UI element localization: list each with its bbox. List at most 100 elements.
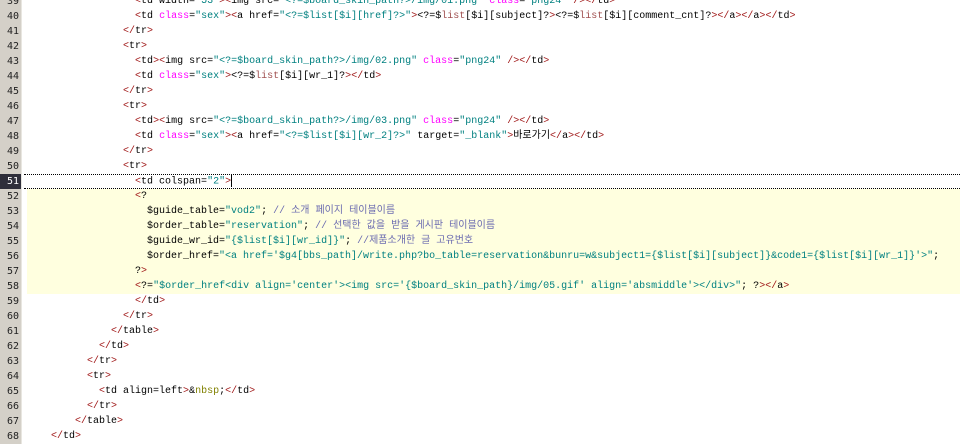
code-token: >: [123, 341, 130, 352]
line-number[interactable]: 55: [0, 234, 22, 249]
line-number[interactable]: 42: [0, 39, 22, 54]
code-text[interactable]: <td colspan="2">: [24, 174, 960, 189]
line-number[interactable]: 54: [0, 219, 22, 234]
code-text[interactable]: <tr>: [27, 159, 960, 174]
code-text[interactable]: <td width="53"><img src="<?=$board_skin_…: [27, 0, 960, 9]
code-line[interactable]: 43 <td><img src="<?=$board_skin_path?>/i…: [0, 54, 960, 69]
code-line[interactable]: 44 <td class="sex"><?=$list[$i][wr_1]?><…: [0, 69, 960, 84]
code-text[interactable]: <tr>: [27, 39, 960, 54]
code-line[interactable]: 63 </tr>: [0, 354, 960, 369]
code-line[interactable]: 40 <td class="sex"><a href="<?=$list[$i]…: [0, 9, 960, 24]
code-token: >: [543, 116, 550, 127]
code-line[interactable]: 52 <?: [0, 189, 960, 204]
line-number[interactable]: 41: [0, 24, 22, 39]
code-text[interactable]: </table>: [27, 414, 960, 429]
line-number[interactable]: 59: [0, 294, 22, 309]
code-line[interactable]: 62 </td>: [0, 339, 960, 354]
line-number[interactable]: 68: [0, 429, 22, 444]
line-number[interactable]: 51: [0, 174, 22, 189]
line-number[interactable]: 53: [0, 204, 22, 219]
code-text[interactable]: <?: [27, 189, 960, 204]
code-token: </: [87, 356, 100, 367]
code-line[interactable]: 54 $order_table="reservation"; // 선택한 값을…: [0, 219, 960, 234]
code-text[interactable]: $guide_wr_id="{$list[$i][wr_id]}"; //제품소…: [27, 234, 960, 249]
line-number[interactable]: 64: [0, 369, 22, 384]
code-editor[interactable]: 39 <td width="53"><img src="<?=$board_sk…: [0, 0, 960, 444]
code-text[interactable]: <td align=left>&nbsp;</td>: [27, 384, 960, 399]
code-token: >: [111, 356, 118, 367]
code-text[interactable]: <td class="sex"><a href="<?=$list[$i][wr…: [27, 129, 960, 144]
code-text[interactable]: $guide_table="vod2"; // 소개 페이지 테이블이름: [27, 204, 960, 219]
line-number[interactable]: 43: [0, 54, 22, 69]
code-text[interactable]: <td><img src="<?=$board_skin_path?>/img/…: [27, 54, 960, 69]
line-number[interactable]: 48: [0, 129, 22, 144]
code-text[interactable]: <?="$order_href<div align='center'><img …: [27, 279, 960, 294]
code-line[interactable]: 41 </tr>: [0, 24, 960, 39]
code-text[interactable]: </tr>: [27, 144, 960, 159]
code-token: "<?=$list[$i][href]?>": [279, 11, 412, 22]
code-line[interactable]: 50 <tr>: [0, 159, 960, 174]
line-number[interactable]: 49: [0, 144, 22, 159]
line-number[interactable]: 61: [0, 324, 22, 339]
code-line[interactable]: 58 <?="$order_href<div align='center'><i…: [0, 279, 960, 294]
line-number[interactable]: 66: [0, 399, 22, 414]
line-number[interactable]: 67: [0, 414, 22, 429]
code-token: td: [63, 431, 76, 442]
code-text[interactable]: </tr>: [27, 309, 960, 324]
code-line[interactable]: 59 </td>: [0, 294, 960, 309]
code-text[interactable]: <td><img src="<?=$board_skin_path?>/img/…: [27, 114, 960, 129]
line-number[interactable]: 45: [0, 84, 22, 99]
code-text[interactable]: <td class="sex"><a href="<?=$list[$i][hr…: [27, 9, 960, 24]
code-line[interactable]: 56 $order_href="<a href='$g4[bbs_path]/w…: [0, 249, 960, 264]
line-number[interactable]: 46: [0, 99, 22, 114]
code-text[interactable]: </tr>: [27, 399, 960, 414]
code-line[interactable]: 61 </table>: [0, 324, 960, 339]
code-text[interactable]: </tr>: [27, 354, 960, 369]
code-token: ;: [261, 206, 274, 217]
line-number[interactable]: 39: [0, 0, 22, 9]
code-text[interactable]: $order_table="reservation"; // 선택한 값을 받을…: [27, 219, 960, 234]
code-token: ?: [27, 266, 142, 277]
code-text[interactable]: <td class="sex"><?=$list[$i][wr_1]?></td…: [27, 69, 960, 84]
code-line[interactable]: 67 </table>: [0, 414, 960, 429]
code-line[interactable]: 47 <td><img src="<?=$board_skin_path?>/i…: [0, 114, 960, 129]
line-number[interactable]: 50: [0, 159, 22, 174]
code-line[interactable]: 53 $guide_table="vod2"; // 소개 페이지 테이블이름: [0, 204, 960, 219]
code-line[interactable]: 51 <td colspan="2">: [0, 174, 960, 189]
code-line[interactable]: 46 <tr>: [0, 99, 960, 114]
code-text[interactable]: </table>: [27, 324, 960, 339]
code-line[interactable]: 42 <tr>: [0, 39, 960, 54]
code-line[interactable]: 45 </tr>: [0, 84, 960, 99]
line-number[interactable]: 57: [0, 264, 22, 279]
code-token: </: [75, 416, 88, 427]
code-line[interactable]: 68 </td>: [0, 429, 960, 444]
code-text[interactable]: </td>: [27, 294, 960, 309]
code-line[interactable]: 48 <td class="sex"><a href="<?=$list[$i]…: [0, 129, 960, 144]
code-line[interactable]: 57 ?>: [0, 264, 960, 279]
line-number[interactable]: 62: [0, 339, 22, 354]
line-number[interactable]: 40: [0, 9, 22, 24]
code-text[interactable]: </td>: [27, 339, 960, 354]
code-text[interactable]: </tr>: [27, 84, 960, 99]
code-text[interactable]: </td>: [27, 429, 960, 444]
line-number[interactable]: 58: [0, 279, 22, 294]
line-number[interactable]: 63: [0, 354, 22, 369]
line-number[interactable]: 44: [0, 69, 22, 84]
code-text[interactable]: </tr>: [27, 24, 960, 39]
code-line[interactable]: 64 <tr>: [0, 369, 960, 384]
line-number[interactable]: 65: [0, 384, 22, 399]
code-line[interactable]: 49 </tr>: [0, 144, 960, 159]
code-text[interactable]: ?>: [27, 264, 960, 279]
code-text[interactable]: <tr>: [27, 369, 960, 384]
code-line[interactable]: 60 </tr>: [0, 309, 960, 324]
line-number[interactable]: 47: [0, 114, 22, 129]
line-number[interactable]: 60: [0, 309, 22, 324]
code-text[interactable]: $order_href="<a href='$g4[bbs_path]/writ…: [27, 249, 960, 264]
line-number[interactable]: 56: [0, 249, 22, 264]
code-text[interactable]: <tr>: [27, 99, 960, 114]
code-line[interactable]: 66 </tr>: [0, 399, 960, 414]
code-line[interactable]: 65 <td align=left>&nbsp;</td>: [0, 384, 960, 399]
code-line[interactable]: 39 <td width="53"><img src="<?=$board_sk…: [0, 0, 960, 9]
code-line[interactable]: 55 $guide_wr_id="{$list[$i][wr_id]}"; //…: [0, 234, 960, 249]
line-number[interactable]: 52: [0, 189, 22, 204]
